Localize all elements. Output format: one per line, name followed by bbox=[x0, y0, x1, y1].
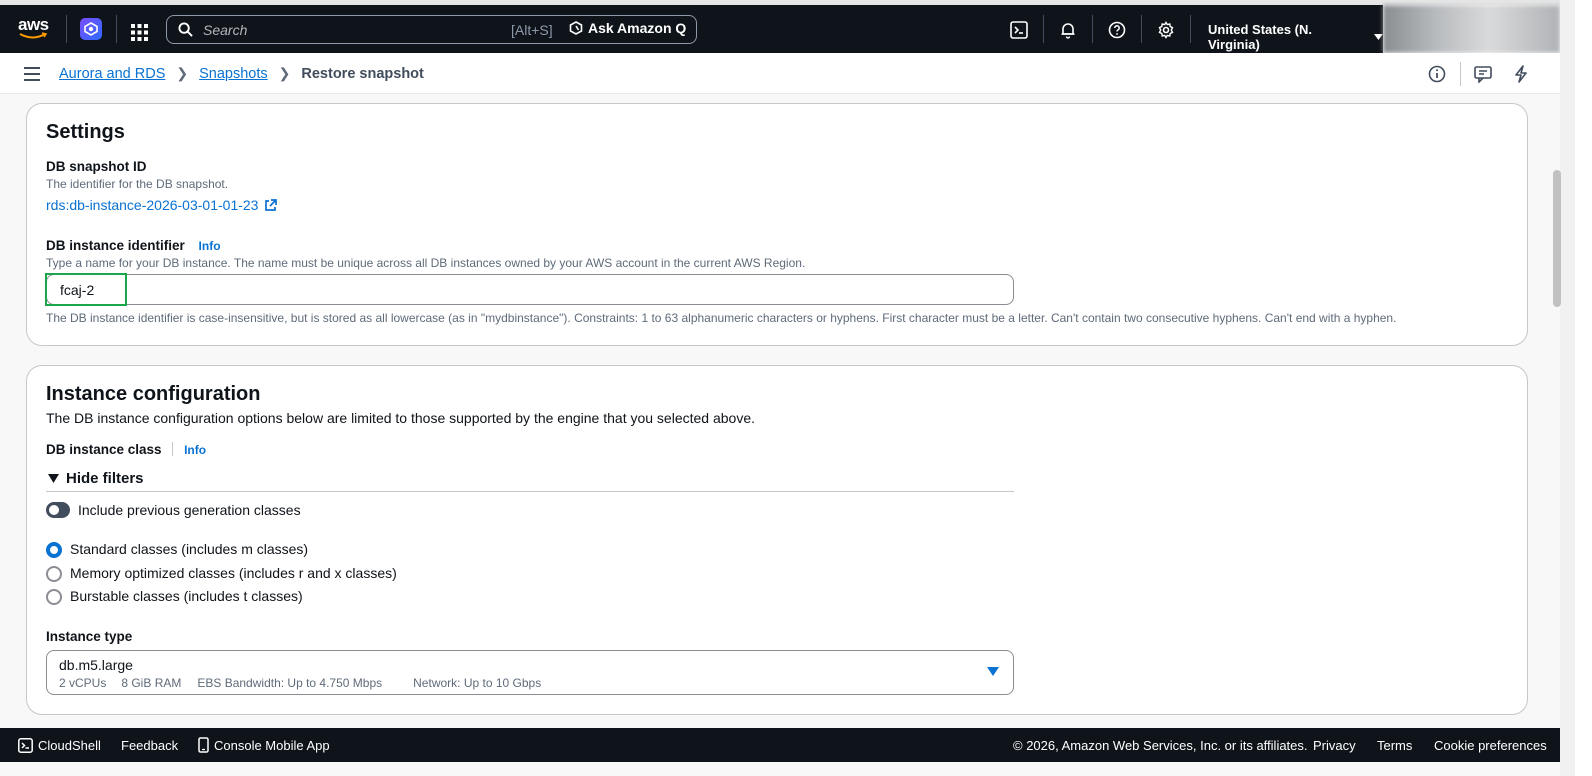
instance-configuration-container: Instance configuration The DB instance c… bbox=[26, 365, 1528, 715]
breadcrumb-bar: Aurora and RDS ❯ Snapshots ❯ Restore sna… bbox=[0, 53, 1560, 94]
snapshot-id-description: The identifier for the DB snapshot. bbox=[46, 177, 229, 191]
db-instance-class-info-link[interactable]: Info bbox=[184, 443, 206, 457]
nav-divider bbox=[1043, 15, 1044, 43]
filters-divider bbox=[46, 491, 1014, 492]
previous-generation-toggle[interactable] bbox=[46, 502, 70, 518]
gear-icon[interactable] bbox=[1157, 21, 1175, 39]
snapshot-id-link[interactable]: rds:db-instance-2026-03-01-01-23 bbox=[46, 197, 278, 213]
region-selector[interactable]: United States (N. Virginia) bbox=[1208, 22, 1383, 52]
chevron-right-icon: ❯ bbox=[278, 65, 291, 81]
page-scrollbar-thumb[interactable] bbox=[1553, 170, 1561, 307]
instance-identifier-constraint: The DB instance identifier is case-insen… bbox=[46, 311, 1397, 325]
instance-identifier-field[interactable] bbox=[46, 274, 1014, 305]
cloudshell-icon bbox=[18, 738, 33, 753]
caret-down-icon bbox=[1374, 34, 1383, 40]
radio-burstable-label: Burstable classes (includes t classes) bbox=[70, 588, 303, 604]
spec-ebs: EBS Bandwidth: Up to 4.750 Mbps bbox=[197, 676, 383, 690]
instance-config-subtitle: The DB instance configuration options be… bbox=[46, 410, 756, 426]
bell-icon[interactable] bbox=[1059, 21, 1077, 39]
instance-type-specs: 2 vCPUs 8 GiB RAM EBS Bandwidth: Up to 4.7… bbox=[59, 676, 541, 690]
nav-divider bbox=[1141, 15, 1142, 43]
footer-feedback-link[interactable]: Feedback bbox=[121, 738, 178, 753]
settings-container: Settings DB snapshot ID The identifier f… bbox=[26, 103, 1528, 346]
search-input[interactable] bbox=[203, 21, 503, 38]
footer-cookie-preferences-link[interactable]: Cookie preferences bbox=[1434, 738, 1547, 753]
breadcrumb: Aurora and RDS ❯ Snapshots ❯ Restore sna… bbox=[59, 65, 424, 82]
help-icon[interactable] bbox=[1108, 21, 1126, 39]
db-instance-class-label: DB instance class Info bbox=[46, 442, 207, 457]
crumb-divider bbox=[1460, 62, 1461, 86]
spec-vcpus: 2 vCPUs bbox=[59, 676, 107, 690]
breadcrumb-snapshots[interactable]: Snapshots bbox=[199, 66, 268, 82]
settings-title: Settings bbox=[46, 121, 125, 143]
radio-burstable-classes[interactable] bbox=[46, 589, 62, 605]
external-link-icon bbox=[265, 198, 278, 211]
mobile-phone-icon bbox=[198, 737, 209, 753]
window-right-edge bbox=[1575, 0, 1592, 776]
previous-generation-label: Include previous generation classes bbox=[78, 502, 301, 518]
chevron-right-icon: ❯ bbox=[176, 65, 189, 81]
label-divider bbox=[172, 442, 174, 456]
feedback-chat-icon[interactable] bbox=[1474, 65, 1492, 83]
ask-amazon-q-button[interactable]: Ask Amazon Q bbox=[569, 20, 686, 36]
instance-config-title: Instance configuration bbox=[46, 383, 261, 405]
search-box[interactable]: [Alt+S] Ask Amazon Q bbox=[166, 15, 697, 44]
service-icon[interactable] bbox=[80, 18, 102, 40]
snapshot-id-label: DB snapshot ID bbox=[46, 159, 147, 174]
info-icon[interactable] bbox=[1428, 65, 1446, 83]
footer-mobile-app-link[interactable]: Console Mobile App bbox=[214, 738, 330, 753]
breadcrumb-current: Restore snapshot bbox=[301, 65, 424, 82]
instance-type-label: Instance type bbox=[46, 629, 133, 644]
footer-copyright: © 2026, Amazon Web Services, Inc. or its… bbox=[1013, 738, 1308, 753]
footer-terms-link[interactable]: Terms bbox=[1377, 738, 1412, 753]
hide-filters-toggle[interactable]: Hide filters bbox=[48, 470, 144, 487]
focus-highlight bbox=[45, 273, 127, 306]
nav-divider bbox=[66, 15, 67, 43]
top-navigation: aws [Alt+S] Ask Amazon Q United States (… bbox=[0, 5, 1383, 53]
instance-type-value: db.m5.large bbox=[59, 657, 133, 673]
instance-identifier-label: DB instance identifier Info bbox=[46, 238, 221, 253]
radio-standard-label: Standard classes (includes m classes) bbox=[70, 541, 309, 557]
footer: CloudShell Feedback Console Mobile App ©… bbox=[0, 728, 1552, 762]
footer-cloudshell-link[interactable]: CloudShell bbox=[38, 738, 101, 753]
radio-memory-label: Memory optimized classes (includes r and… bbox=[70, 565, 397, 581]
nav-divider bbox=[1190, 15, 1191, 43]
caret-down-icon bbox=[987, 667, 999, 676]
instance-identifier-description: Type a name for your DB instance. The na… bbox=[46, 256, 806, 270]
footer-privacy-link[interactable]: Privacy bbox=[1313, 738, 1356, 753]
search-icon bbox=[178, 22, 193, 37]
page-scrollbar-track[interactable] bbox=[1560, 0, 1575, 776]
search-shortcut: [Alt+S] bbox=[511, 22, 553, 38]
menu-icon[interactable] bbox=[24, 67, 40, 81]
aws-logo[interactable]: aws bbox=[18, 16, 52, 42]
instance-type-select[interactable]: db.m5.large 2 vCPUs 8 GiB RAM EBS Bandwidt… bbox=[46, 650, 1014, 695]
nav-divider bbox=[1092, 15, 1093, 43]
breadcrumb-aurora-rds[interactable]: Aurora and RDS bbox=[59, 66, 165, 82]
account-menu-blurred[interactable] bbox=[1383, 5, 1560, 53]
lightning-icon[interactable] bbox=[1512, 65, 1530, 83]
radio-standard-classes[interactable] bbox=[46, 542, 62, 558]
instance-identifier-input[interactable] bbox=[47, 275, 1013, 304]
amazon-q-icon bbox=[569, 21, 583, 35]
apps-grid-icon[interactable] bbox=[131, 24, 148, 41]
caret-down-icon bbox=[48, 474, 59, 483]
cloudshell-icon[interactable] bbox=[1010, 21, 1028, 39]
footer-edge bbox=[1552, 728, 1560, 762]
nav-divider bbox=[116, 15, 117, 43]
spec-ram: 8 GiB RAM bbox=[121, 676, 182, 690]
radio-memory-optimized[interactable] bbox=[46, 566, 62, 582]
spec-network: Network: Up to 10 Gbps bbox=[413, 676, 542, 690]
instance-identifier-info-link[interactable]: Info bbox=[199, 239, 221, 253]
